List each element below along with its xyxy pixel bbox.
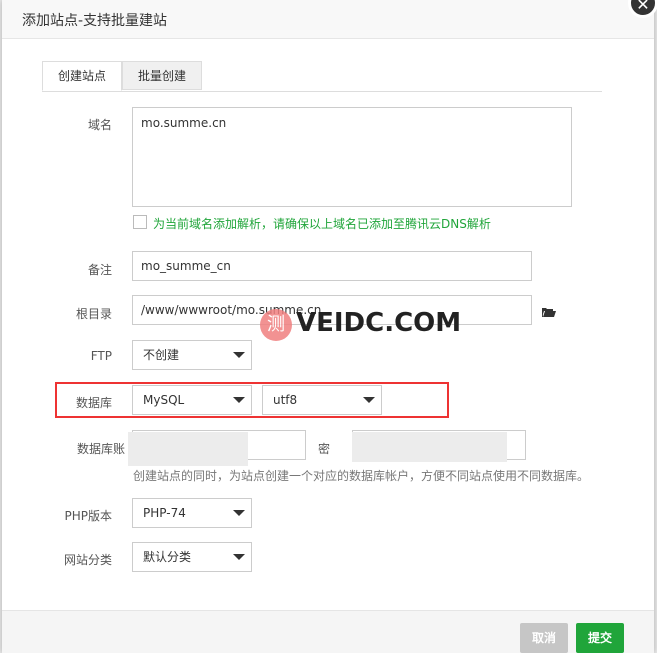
chevron-down-icon — [233, 397, 245, 403]
cancel-button[interactable]: 取消 — [520, 623, 568, 653]
ftp-select-value: 不创建 — [143, 348, 180, 362]
php-version-select[interactable]: PHP-74 — [132, 498, 252, 528]
ftp-select[interactable]: 不创建 — [132, 340, 252, 370]
dns-checkbox[interactable] — [133, 215, 147, 229]
watermark-text: VEIDC.COM — [296, 308, 462, 338]
tab-bar: 创建站点 批量创建 — [42, 61, 602, 92]
root-dir-label: 根目录 — [75, 307, 112, 321]
db-account-label: 数据库账 — [76, 442, 125, 456]
php-version-value: PHP-74 — [143, 506, 186, 520]
submit-button[interactable]: 提交 — [576, 623, 624, 653]
tab-create-site[interactable]: 创建站点 — [42, 61, 122, 91]
database-type-select[interactable]: MySQL — [132, 385, 252, 415]
dialog-titlebar: 添加站点-支持批量建站 — [2, 0, 654, 39]
database-highlight-box — [55, 382, 449, 418]
php-version-label: PHP版本 — [64, 509, 113, 523]
db-hint-text: 创建站点的同时，为站点创建一个对应的数据库帐户，方便不同站点使用不同数据库。 — [133, 469, 590, 483]
dialog-title: 添加站点-支持批量建站 — [22, 13, 168, 29]
chevron-down-icon — [233, 510, 245, 516]
dialog-footer: 取消 提交 — [2, 610, 654, 653]
site-category-value: 默认分类 — [143, 550, 192, 564]
remark-input[interactable]: mo_summe_cn — [132, 251, 532, 281]
redacted-password — [352, 432, 507, 462]
site-category-label: 网站分类 — [63, 553, 112, 567]
database-type-value: MySQL — [143, 393, 185, 407]
folder-open-icon[interactable] — [541, 306, 557, 318]
ftp-label: FTP — [90, 349, 112, 363]
database-label: 数据库 — [75, 396, 112, 410]
chevron-down-icon — [233, 554, 245, 560]
tab-batch-create[interactable]: 批量创建 — [122, 61, 202, 90]
database-charset-value: utf8 — [273, 393, 298, 407]
remark-label: 备注 — [87, 263, 112, 277]
domain-label: 域名 — [87, 118, 112, 132]
dns-checkbox-label: 为当前域名添加解析，请确保以上域名已添加至腾讯云DNS解析 — [153, 217, 491, 231]
domain-textarea[interactable]: mo.summe.cn — [132, 107, 572, 207]
chevron-down-icon — [363, 397, 375, 403]
database-charset-select[interactable]: utf8 — [262, 385, 382, 415]
watermark-logo: 测 — [260, 309, 292, 341]
chevron-down-icon — [233, 352, 245, 358]
site-category-select[interactable]: 默认分类 — [132, 542, 252, 572]
add-site-dialog: 添加站点-支持批量建站 ✕ 创建站点 批量创建 域名 mo.summe.cn 为… — [2, 0, 657, 653]
db-password-label: 密 — [317, 442, 330, 456]
redacted-username — [128, 432, 248, 466]
